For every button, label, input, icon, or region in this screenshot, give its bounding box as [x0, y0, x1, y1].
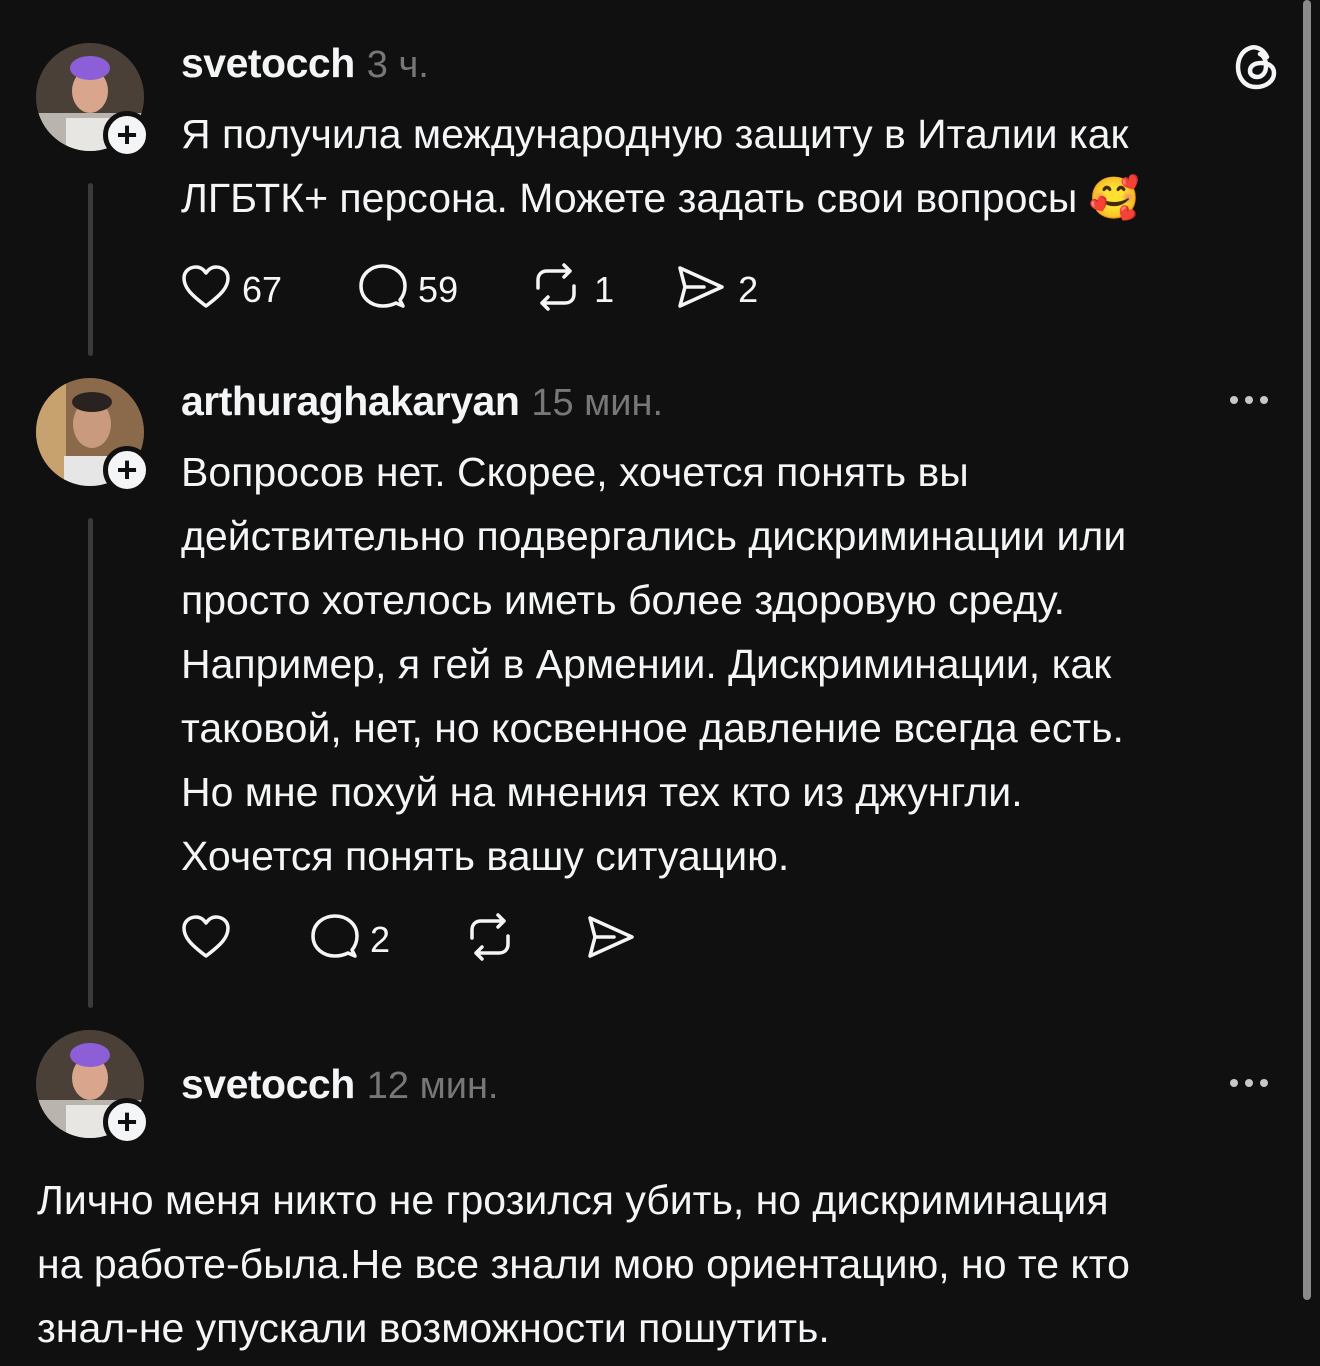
repost-button[interactable]: 1 — [528, 262, 614, 317]
follow-plus-icon[interactable]: + — [103, 446, 151, 494]
scrollbar[interactable] — [1303, 0, 1311, 1300]
thread-line — [88, 518, 93, 1008]
comment-button[interactable]: 59 — [356, 262, 458, 317]
comment-bubble-icon — [356, 262, 408, 317]
follow-plus-icon[interactable]: + — [103, 1098, 151, 1146]
heart-icon — [180, 913, 232, 966]
share-button[interactable] — [584, 912, 638, 967]
post-time: 3 ч. — [366, 44, 429, 86]
username[interactable]: arthuraghakaryan — [181, 378, 520, 425]
send-icon — [584, 912, 638, 967]
post-time: 15 мин. — [531, 382, 664, 424]
comment-count: 2 — [370, 918, 391, 960]
username[interactable]: svetocch — [181, 1061, 355, 1108]
share-count: 2 — [738, 268, 759, 310]
more-dots-icon[interactable] — [1230, 396, 1268, 404]
threads-logo-icon[interactable] — [1233, 42, 1279, 97]
more-dots-icon[interactable] — [1230, 1079, 1268, 1087]
username[interactable]: svetocch — [181, 40, 355, 87]
like-button[interactable]: 67 — [180, 263, 282, 316]
post-time: 12 мин. — [366, 1065, 499, 1107]
comment-count: 59 — [418, 268, 459, 310]
like-button[interactable] — [180, 913, 232, 966]
post-text: Лично меня никто не грозился убить, но д… — [37, 1177, 1130, 1351]
share-button[interactable]: 2 — [674, 262, 758, 317]
post-text: Я получила международную защиту в Италии… — [181, 111, 1140, 221]
repost-count: 1 — [594, 268, 615, 310]
comment-button[interactable]: 2 — [308, 912, 390, 967]
repost-icon — [528, 262, 584, 317]
repost-button[interactable] — [462, 912, 518, 967]
heart-icon — [180, 263, 232, 316]
repost-icon — [462, 912, 518, 967]
comment-bubble-icon — [308, 912, 360, 967]
like-count: 67 — [242, 268, 283, 310]
thread-line — [88, 183, 93, 356]
post-text: Вопросов нет. Скорее, хочется понять вы … — [181, 449, 1127, 879]
send-icon — [674, 262, 728, 317]
follow-plus-icon[interactable]: + — [103, 111, 151, 159]
